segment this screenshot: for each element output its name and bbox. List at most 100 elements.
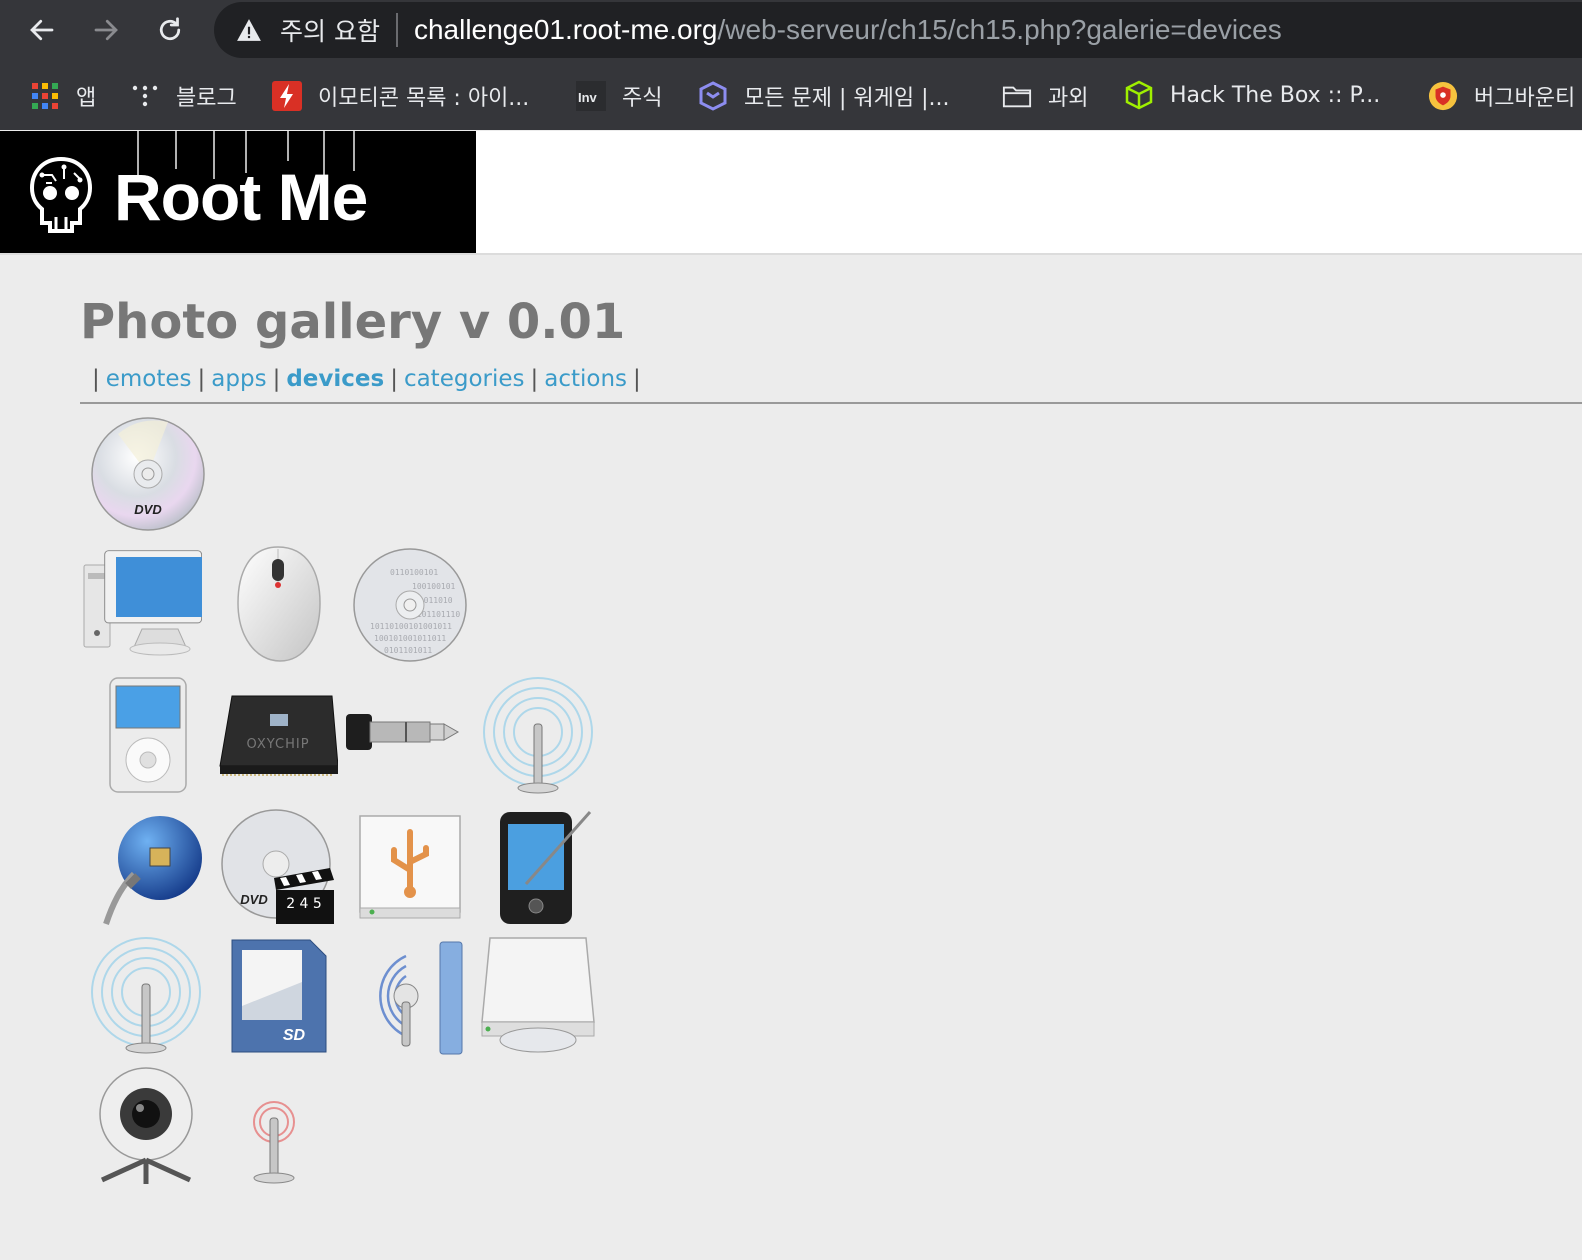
bookmark-label: 버그바운티 [1474, 86, 1576, 111]
disc-badge: DVD [240, 892, 268, 907]
nav-link-emotes[interactable]: emotes [106, 366, 192, 392]
gallery-item[interactable] [350, 936, 470, 1056]
clapper-numbers: 2 4 5 [286, 896, 322, 912]
svg-text:10110100101001011: 10110100101001011 [370, 622, 452, 631]
bookmark-wargame[interactable]: 모든 문제 | 워게임 |... [698, 80, 949, 112]
nav-link-apps[interactable]: apps [211, 366, 266, 392]
bookmark-label: 블로그 [176, 86, 237, 111]
gallery-item[interactable] [214, 1066, 334, 1186]
svg-text:Inv: Inv [578, 90, 598, 105]
nav-separator: | [197, 366, 206, 392]
nav-separator: | [633, 366, 641, 392]
bookmark-label: 이모티콘 목록 : 아이... [318, 86, 530, 111]
gallery-item[interactable] [350, 808, 470, 928]
root-me-logo[interactable]: Root Me [0, 131, 476, 253]
webcam-icon [99, 1067, 193, 1184]
gallery-item[interactable] [218, 545, 338, 665]
arrow-right-icon [94, 19, 118, 41]
bookmark-label: 주식 [622, 86, 663, 111]
dots-icon [130, 81, 160, 111]
audio-jack-icon [346, 714, 460, 750]
sd-card-icon: SD [231, 939, 327, 1053]
dvd-video-icon: DVD 2 4 5 [221, 809, 334, 924]
inv-icon: Inv [576, 81, 606, 111]
disc-badge: DVD [134, 502, 162, 517]
nav-separator: | [390, 366, 398, 392]
gallery-item[interactable]: SD [218, 936, 338, 1056]
security-warning[interactable]: 주의 요함 [280, 12, 380, 48]
bookmark-folder[interactable]: 과외 [1002, 80, 1088, 112]
red-antenna-icon [253, 1101, 295, 1184]
bluetooth-antenna-icon [379, 941, 463, 1055]
gallery-item[interactable]: DVD [88, 414, 208, 534]
wireless-antenna-icon [483, 677, 593, 794]
cpu-chip-icon: OXYCHIP [219, 695, 338, 776]
nav-separator: | [272, 366, 281, 392]
bookmark-hackthebox[interactable]: Hack The Box :: P... [1124, 80, 1380, 110]
green-cube-icon [1124, 80, 1154, 110]
omnibox-divider [395, 13, 398, 47]
bookmark-label: Hack The Box :: P... [1170, 82, 1381, 108]
arrow-left-icon [30, 19, 54, 41]
gallery-item[interactable]: 0110100101 100100101 01011010 1101101110 10… [350, 545, 470, 665]
bookmark-blog[interactable]: 블로그 [130, 80, 237, 112]
url-host[interactable]: challenge01.root-me.org [414, 14, 718, 46]
optical-drive-icon [481, 937, 595, 1053]
purple-cube-icon [698, 81, 728, 111]
gallery-item[interactable] [86, 936, 206, 1056]
gallery-item[interactable]: OXYCHIP [218, 676, 338, 796]
skull-logo-icon [29, 156, 93, 233]
reload-button[interactable] [148, 8, 192, 52]
wireless-antenna-icon [91, 937, 201, 1054]
bookmark-stocks[interactable]: Inv 주식 [576, 80, 662, 112]
usb-drive-icon [359, 815, 461, 919]
site-banner: Root Me [0, 131, 1582, 255]
browser-chrome: 주의 요함 challenge01.root-me.org/web-serveu… [0, 0, 1582, 130]
nav-divider [80, 402, 1582, 404]
nav-link-actions[interactable]: actions [544, 366, 627, 392]
gallery-item[interactable] [96, 808, 216, 928]
bookmark-label: 앱 [76, 86, 97, 111]
gallery-nav: | emotes | apps | devices | categories | actions | [86, 366, 647, 392]
gallery-item[interactable]: DVD 2 4 5 [218, 808, 338, 928]
gallery-item[interactable] [90, 676, 210, 796]
gallery-item[interactable] [346, 676, 466, 796]
ipod-icon [109, 677, 187, 793]
reload-icon [159, 17, 181, 41]
url-path[interactable]: /web-serveur/ch15/ch15.php?galerie=devic… [717, 14, 1281, 46]
warning-triangle-icon[interactable] [236, 17, 262, 43]
sd-badge: SD [283, 1027, 306, 1044]
mouse-icon [237, 546, 321, 662]
shield-badge-icon [1428, 81, 1458, 111]
back-button[interactable] [20, 8, 64, 52]
nav-separator: | [530, 366, 539, 392]
dvd-disc-icon: DVD [91, 417, 205, 531]
red-bolt-icon [272, 81, 302, 111]
gallery-item[interactable] [478, 808, 598, 928]
address-bar[interactable]: 주의 요함 challenge01.root-me.org/web-serveu… [214, 2, 1582, 58]
gallery-item[interactable] [478, 936, 598, 1056]
page-title: Photo gallery v 0.01 [80, 294, 626, 350]
desktop-computer-icon [83, 550, 202, 656]
svg-text:0101101011: 0101101011 [384, 646, 432, 655]
forward-button[interactable] [84, 8, 128, 52]
gallery-item[interactable] [86, 1066, 206, 1186]
nav-link-categories[interactable]: categories [404, 366, 525, 392]
nav-link-devices[interactable]: devices [286, 366, 384, 392]
svg-text:100101001011011: 100101001011011 [374, 634, 446, 643]
binary-disc-icon: 011010010110010010101011010 110110111010… [353, 548, 467, 662]
bookmark-emoticons[interactable]: 이모티콘 목록 : 아이... [272, 80, 529, 112]
bookmark-bugbounty[interactable]: 버그바운티 [1428, 80, 1575, 112]
svg-text:0110100101: 0110100101 [390, 568, 438, 577]
logo-text: Root Me [114, 160, 368, 234]
bookmark-label: 모든 문제 | 워게임 |... [744, 86, 950, 111]
bookmarks-bar: 앱 블로그 이모티콘 목록 : 아이... Inv 주식 모든 문제 | 워게임… [0, 64, 1582, 128]
bookmark-apps[interactable]: 앱 [30, 80, 96, 112]
gallery-item[interactable] [82, 545, 202, 665]
network-globe-icon [103, 816, 202, 925]
pda-stylus-icon [500, 811, 592, 924]
nav-separator: | [92, 366, 100, 392]
bookmark-label: 과외 [1048, 86, 1089, 111]
gallery-item[interactable] [478, 676, 598, 796]
folder-icon [1002, 81, 1032, 111]
